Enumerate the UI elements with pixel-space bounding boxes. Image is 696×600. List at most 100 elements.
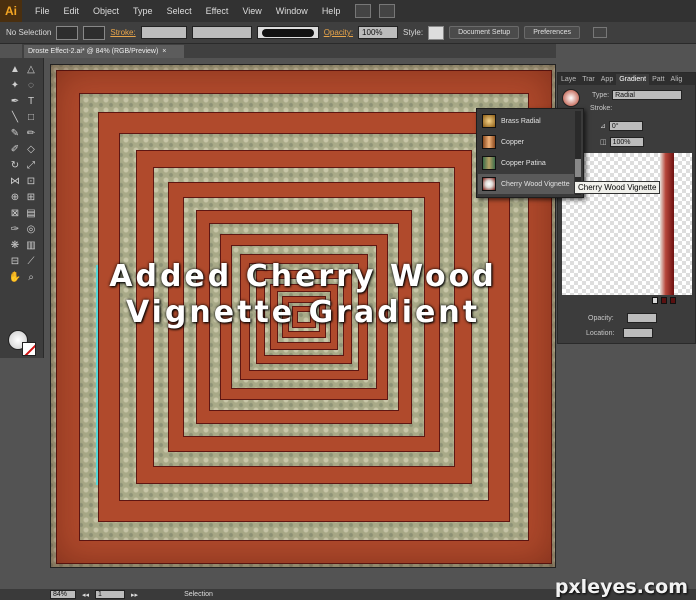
caption-line-1: Added Cherry Wood: [109, 259, 497, 294]
gradient-stops: [562, 297, 692, 305]
copper-patina-swatch-icon: [482, 156, 496, 170]
fill-color-swatch[interactable]: [56, 25, 79, 40]
variable-width-profile[interactable]: [191, 26, 252, 39]
angle-field[interactable]: 0°: [608, 121, 643, 131]
document-setup-button[interactable]: Document Setup: [449, 26, 520, 39]
artboard-field[interactable]: 1: [95, 590, 126, 599]
eyedropper-tool-icon[interactable]: ✑: [8, 222, 22, 236]
stop-opacity-field[interactable]: [626, 313, 657, 323]
scroll-thumb[interactable]: [575, 159, 581, 177]
cherry-wood-vignette-swatch-icon: [482, 177, 496, 191]
menu-help[interactable]: Help: [315, 6, 348, 16]
blob-brush-tool-icon[interactable]: ✐: [8, 142, 22, 156]
type-tool-icon[interactable]: T: [24, 94, 38, 108]
bridge-icon[interactable]: [355, 4, 372, 18]
direct-selection-tool-icon[interactable]: △: [24, 62, 38, 76]
symbol-sprayer-tool-icon[interactable]: ❋: [8, 238, 22, 252]
control-panel-menu-icon[interactable]: [592, 27, 607, 38]
menu-bar: Ai File Edit Object Type Select Effect V…: [0, 0, 696, 22]
menu-select[interactable]: Select: [160, 6, 199, 16]
stroke-weight-field[interactable]: [140, 26, 187, 39]
aspect-ratio-field[interactable]: 100%: [609, 137, 644, 147]
perspective-grid-tool-icon[interactable]: ⊞: [24, 190, 38, 204]
gradient-stop-1[interactable]: [652, 297, 658, 304]
opacity-label: Opacity:: [588, 314, 614, 322]
rotate-tool-icon[interactable]: ↻: [8, 158, 22, 172]
style-label: Style:: [403, 28, 424, 37]
gradient-type-select[interactable]: Radial: [612, 90, 683, 100]
tools-panel: ▲ △ ✦ ◌ ✒ T ╲ □ ✎ ✏ ✐ ◇ ↻ ⤢ ⋈ ⊡ ⊕ ⊞ ⊠ ▤ …: [0, 58, 44, 358]
column-graph-tool-icon[interactable]: ▥: [24, 238, 38, 252]
gradient-slider[interactable]: [660, 153, 674, 295]
menu-edit[interactable]: Edit: [57, 6, 87, 16]
brass-radial-swatch-icon: [482, 114, 496, 128]
graphic-style-swatch[interactable]: [428, 25, 445, 40]
paintbrush-tool-icon[interactable]: ✎: [8, 126, 22, 140]
width-tool-icon[interactable]: ⋈: [8, 174, 22, 188]
aspect-ratio-icon: ◫: [600, 139, 607, 146]
rectangle-tool-icon[interactable]: □: [24, 110, 38, 124]
line-tool-icon[interactable]: ╲: [8, 110, 22, 124]
menu-file[interactable]: File: [28, 6, 57, 16]
tab-align[interactable]: Alig: [668, 74, 686, 85]
artboard-tool-icon[interactable]: ⊟: [8, 254, 22, 268]
stroke-color-swatch[interactable]: [83, 25, 106, 40]
brush-definition[interactable]: [256, 26, 319, 39]
swatch-cherry-wood-vignette[interactable]: Cherry Wood Vignette: [478, 174, 574, 194]
swatch-label: Cherry Wood Vignette: [501, 180, 570, 188]
mesh-tool-icon[interactable]: ⊠: [8, 206, 22, 220]
type-label: Type:: [592, 91, 610, 99]
preferences-button[interactable]: Preferences: [524, 26, 580, 39]
swatch-copper[interactable]: Copper: [478, 132, 574, 152]
document-tab-bar: Droste Effect-2.ai* @ 84% (RGB/Preview) …: [22, 44, 556, 58]
arrange-documents-icon[interactable]: [379, 4, 396, 18]
canvas-caption: Added Cherry Wood Vignette Gradient: [51, 259, 555, 331]
gradient-swatch-popup: Brass Radial Copper Copper Patina Cherry…: [476, 108, 584, 198]
selection-tool-icon[interactable]: ▲: [8, 62, 22, 76]
tab-gradient[interactable]: Gradient: [616, 74, 650, 85]
stroke-swatch[interactable]: [22, 342, 36, 356]
gradient-stop-2[interactable]: [661, 297, 667, 304]
document-title: Droste Effect-2.ai* @ 84% (RGB/Preview): [28, 48, 159, 55]
document-tab[interactable]: Droste Effect-2.ai* @ 84% (RGB/Preview) …: [24, 45, 184, 58]
gradient-thumbnail[interactable]: [562, 89, 580, 107]
opacity-field[interactable]: 100%: [358, 26, 399, 39]
magic-wand-tool-icon[interactable]: ✦: [8, 78, 22, 92]
pencil-tool-icon[interactable]: ✏: [24, 126, 38, 140]
panel-tabs: Laye Trar App Gradient Patt Alig: [558, 73, 695, 85]
first-artboard-icon[interactable]: ◂◂: [82, 591, 89, 599]
stroke-link[interactable]: Stroke:: [110, 28, 135, 37]
scale-tool-icon[interactable]: ⤢: [24, 158, 38, 172]
tab-pathfinder[interactable]: Patt: [649, 74, 667, 85]
slice-tool-icon[interactable]: ⟋: [24, 254, 38, 268]
close-tab-icon[interactable]: ×: [162, 48, 166, 55]
zoom-field[interactable]: 84%: [50, 590, 76, 599]
zoom-tool-icon[interactable]: ⌕: [24, 270, 38, 284]
gradient-stop-3[interactable]: [670, 297, 676, 304]
tab-transparency[interactable]: Trar: [579, 74, 598, 85]
tab-appearance[interactable]: App: [598, 74, 616, 85]
stop-location-field[interactable]: [623, 328, 654, 338]
control-bar: No Selection Stroke: Opacity: 100% Style…: [0, 22, 696, 44]
free-transform-tool-icon[interactable]: ⊡: [24, 174, 38, 188]
menu-type[interactable]: Type: [126, 6, 160, 16]
menu-effect[interactable]: Effect: [199, 6, 236, 16]
shape-builder-tool-icon[interactable]: ⊕: [8, 190, 22, 204]
menu-view[interactable]: View: [235, 6, 268, 16]
opacity-link[interactable]: Opacity:: [324, 28, 353, 37]
swatch-brass-radial[interactable]: Brass Radial: [478, 111, 574, 131]
menu-object[interactable]: Object: [86, 6, 126, 16]
swatch-copper-patina[interactable]: Copper Patina: [478, 153, 574, 173]
watermark: pxleyes.com: [554, 576, 688, 598]
tab-layers[interactable]: Laye: [558, 74, 579, 85]
app-logo: Ai: [0, 0, 22, 22]
next-artboard-icon[interactable]: ▸▸: [131, 591, 138, 599]
menu-window[interactable]: Window: [269, 6, 315, 16]
swatch-label: Copper Patina: [501, 159, 546, 167]
pen-tool-icon[interactable]: ✒: [8, 94, 22, 108]
blend-tool-icon[interactable]: ◎: [24, 222, 38, 236]
hand-tool-icon[interactable]: ✋: [8, 270, 22, 284]
eraser-tool-icon[interactable]: ◇: [24, 142, 38, 156]
gradient-tool-icon[interactable]: ▤: [24, 206, 38, 220]
lasso-tool-icon[interactable]: ◌: [24, 78, 38, 92]
